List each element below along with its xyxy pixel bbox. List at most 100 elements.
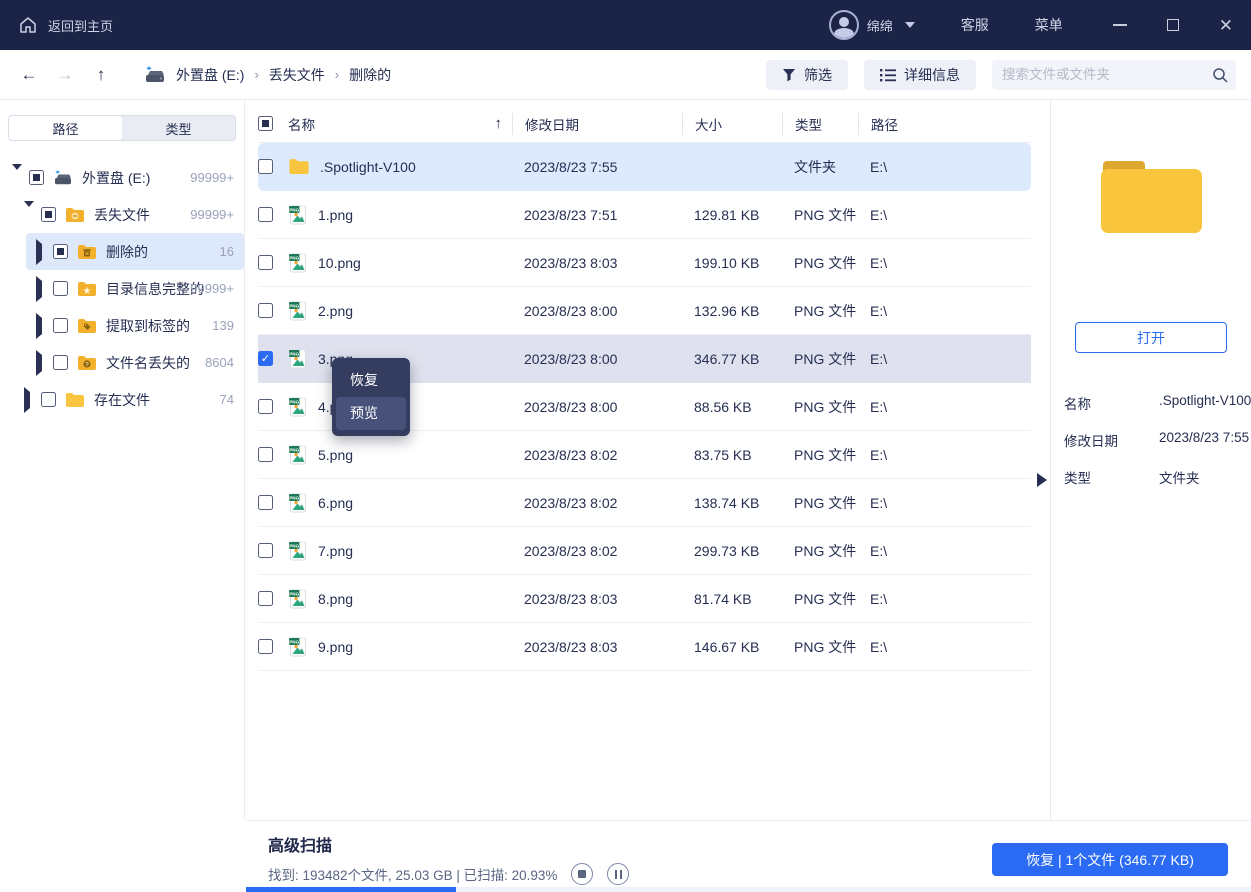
open-button[interactable]: 打开 (1075, 322, 1227, 353)
file-path: E:\ (858, 591, 1031, 607)
search-input[interactable] (992, 60, 1236, 90)
back-button[interactable]: ← (18, 65, 40, 85)
breadcrumb-drive[interactable]: 外置盘 (E:) (176, 65, 244, 85)
collapse-arrow-icon[interactable] (36, 313, 42, 339)
folder-tag-icon (77, 318, 97, 334)
expand-arrow-icon[interactable] (24, 201, 34, 223)
row-checkbox[interactable] (258, 255, 273, 270)
tree-item-full-directory-info[interactable]: ★ 目录信息完整的 99999+ (0, 270, 244, 307)
tree-checkbox[interactable] (41, 392, 56, 407)
maximize-icon[interactable] (1167, 19, 1179, 31)
search-icon[interactable] (1212, 67, 1228, 83)
table-row[interactable]: PNG7.png2023/8/23 8:02299.73 KBPNG 文件E:\ (258, 527, 1031, 575)
menu-button[interactable]: 菜单 (1035, 15, 1063, 35)
forward-button[interactable]: → (54, 65, 76, 85)
tree-item-existing-files[interactable]: 存在文件 74 (0, 381, 244, 418)
column-path[interactable]: 路径 (858, 113, 1031, 135)
png-file-icon: PNG (288, 637, 308, 657)
collapse-panel-icon[interactable] (1037, 473, 1047, 487)
tree-item-extracted-tags[interactable]: 提取到标签的 139 (0, 307, 244, 344)
collapse-arrow-icon[interactable] (24, 387, 30, 413)
detail-label-name: 名称 (1064, 393, 1159, 413)
table-row[interactable]: .Spotlight-V1002023/8/23 7:55文件夹E:\ (258, 143, 1031, 191)
tree-checkbox[interactable] (53, 281, 68, 296)
tree-item-deleted[interactable]: 删除的 16 (26, 233, 244, 270)
row-checkbox[interactable] (258, 639, 273, 654)
table-row[interactable]: PNG6.png2023/8/23 8:02138.74 KBPNG 文件E:\ (258, 479, 1031, 527)
pause-button[interactable] (607, 863, 629, 885)
row-checkbox[interactable] (258, 351, 273, 366)
home-button[interactable]: 返回到主页 (18, 15, 113, 35)
tab-type[interactable]: 类型 (122, 116, 235, 140)
menu-item-preview[interactable]: 预览 (336, 397, 406, 430)
close-icon[interactable]: ✕ (1219, 17, 1233, 34)
menu-item-recover[interactable]: 恢复 (336, 364, 406, 397)
tree-checkbox[interactable] (53, 318, 68, 333)
column-size[interactable]: 大小 (682, 113, 782, 135)
scan-title: 高级扫描 (268, 832, 629, 856)
breadcrumb-deleted[interactable]: 删除的 (349, 65, 391, 85)
file-size: 138.74 KB (682, 495, 782, 511)
table-row[interactable]: PNG1.png2023/8/23 7:51129.81 KBPNG 文件E:\ (258, 191, 1031, 239)
minimize-icon[interactable] (1113, 24, 1127, 26)
tree-item-label: 外置盘 (E:) (82, 168, 150, 188)
breadcrumb-lost-files[interactable]: 丢失文件 (269, 65, 325, 85)
detail-value-type: 文件夹 (1159, 467, 1200, 487)
file-size: 129.81 KB (682, 207, 782, 223)
svg-text:★: ★ (83, 286, 92, 297)
scan-progress-bar (246, 887, 1251, 892)
file-name: 8.png (318, 591, 353, 607)
table-row[interactable]: PNG8.png2023/8/23 8:0381.74 KBPNG 文件E:\ (258, 575, 1031, 623)
tree-checkbox[interactable] (29, 170, 44, 185)
tree-item-lost-files[interactable]: 丢失文件 99999+ (0, 196, 244, 233)
tree-checkbox[interactable] (53, 244, 68, 259)
row-checkbox[interactable] (258, 399, 273, 414)
tree-item-external-drive[interactable]: 外置盘 (E:) 99999+ (0, 159, 244, 196)
file-type: PNG 文件 (782, 397, 858, 417)
recover-button[interactable]: 恢复 | 1个文件 (346.77 KB) (992, 843, 1228, 876)
file-size: 132.96 KB (682, 303, 782, 319)
row-checkbox[interactable] (258, 447, 273, 462)
column-name[interactable]: 名称 ↑ (288, 113, 512, 135)
row-checkbox[interactable] (258, 591, 273, 606)
table-row[interactable]: PNG5.png2023/8/23 8:0283.75 KBPNG 文件E:\ (258, 431, 1031, 479)
search-box (992, 60, 1236, 90)
collapse-arrow-icon[interactable] (36, 350, 42, 376)
tree-checkbox[interactable] (41, 207, 56, 222)
row-checkbox[interactable] (258, 495, 273, 510)
column-modified-date[interactable]: 修改日期 (512, 113, 682, 135)
file-name: 10.png (318, 255, 361, 271)
support-button[interactable]: 客服 (961, 15, 989, 35)
filter-button[interactable]: 筛选 (766, 60, 848, 90)
details-button[interactable]: 详细信息 (864, 60, 976, 90)
row-checkbox[interactable] (258, 543, 273, 558)
file-path: E:\ (858, 495, 1031, 511)
expand-arrow-icon[interactable] (12, 164, 22, 186)
file-type: PNG 文件 (782, 301, 858, 321)
tab-path[interactable]: 路径 (9, 116, 122, 140)
tree-item-lost-filenames[interactable]: ? 文件名丢失的 8604 (0, 344, 244, 381)
detail-value-modified: 2023/8/23 7:55 (1159, 430, 1249, 450)
row-checkbox[interactable] (258, 159, 273, 174)
scan-info: 高级扫描 找到: 193482个文件, 25.03 GB | 已扫描: 20.9… (268, 832, 629, 885)
collapse-arrow-icon[interactable] (36, 276, 42, 302)
table-row[interactable]: PNG2.png2023/8/23 8:00132.96 KBPNG 文件E:\ (258, 287, 1031, 335)
collapse-arrow-icon[interactable] (36, 239, 42, 265)
tree-item-count: 8604 (205, 355, 234, 370)
svg-text:PNG: PNG (289, 399, 299, 404)
row-checkbox[interactable] (258, 303, 273, 318)
scan-summary: 找到: 193482个文件, 25.03 GB | 已扫描: 20.93% (268, 864, 557, 884)
table-row[interactable]: PNG10.png2023/8/23 8:03199.10 KBPNG 文件E:… (258, 239, 1031, 287)
png-file-icon: PNG (288, 205, 308, 225)
stop-button[interactable] (571, 863, 593, 885)
tree-checkbox[interactable] (53, 355, 68, 370)
sort-ascending-icon[interactable]: ↑ (495, 115, 503, 132)
table-row[interactable]: PNG9.png2023/8/23 8:03146.67 KBPNG 文件E:\ (258, 623, 1031, 671)
select-all-checkbox[interactable] (258, 116, 273, 131)
user-account-button[interactable]: 绵绵 (829, 10, 915, 40)
file-type: PNG 文件 (782, 493, 858, 513)
up-button[interactable]: ↑ (90, 65, 112, 85)
folder-trash-icon (77, 244, 97, 260)
row-checkbox[interactable] (258, 207, 273, 222)
column-type[interactable]: 类型 (782, 113, 858, 135)
